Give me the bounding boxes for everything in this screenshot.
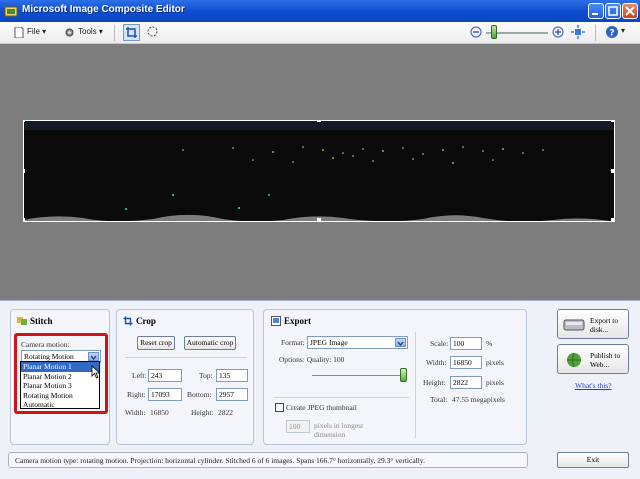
help-dropdown-arrow[interactable]: ▾ [621,26,625,35]
file-menu[interactable]: File ▾ [27,27,46,36]
format-select[interactable]: JPEG Image [307,336,408,349]
crop-divider [125,357,247,358]
top-field[interactable]: 135 [216,369,248,382]
left-field[interactable]: 243 [148,369,182,382]
total-value: 47.55 megapixels [452,395,505,404]
quality-slider-thumb[interactable] [400,368,407,382]
tools-menu-label: Tools [78,27,97,36]
highlight-annotation [14,333,108,414]
thumbnail-size-field[interactable]: 100 [286,420,310,433]
tools-menu[interactable]: Tools ▾ [78,27,103,36]
zoom-out-icon[interactable] [470,26,482,38]
width-label: Width: [426,358,447,367]
toolbar-divider-2 [595,25,596,41]
height-label: Height: [191,408,214,417]
preview-canvas[interactable] [0,44,640,300]
status-bar: Camera motion type: rotating motion. Pro… [8,452,528,468]
zoom-slider-thumb[interactable] [491,25,497,39]
right-label: Right: [127,390,146,399]
close-icon [625,6,635,16]
height-unit: pixels [486,378,504,387]
fit-to-window-icon[interactable] [571,25,585,39]
reset-crop-button[interactable]: Reset crop [137,336,175,350]
app-icon [4,6,18,17]
whats-this-link[interactable]: What's this? [575,381,612,390]
file-menu-label: File [27,27,40,36]
width-label: Width: [125,408,146,417]
quality-label: Options: Quality: 100 [279,355,345,364]
left-label: Left: [132,371,147,380]
scale-field[interactable]: 100 [450,337,482,350]
status-text: Camera motion type: rotating motion. Pro… [15,456,425,465]
minimize-icon [592,13,598,15]
export-width-field[interactable]: 16850 [450,356,482,369]
export-title: Export [284,316,311,326]
stitch-icon [17,317,27,325]
crop-title: Crop [136,316,156,326]
export-divider [274,397,409,398]
format-label: Format: [281,338,305,347]
crop-icon [126,27,137,38]
disk-icon [563,319,585,331]
automatic-crop-button[interactable]: Automatic crop [184,336,236,350]
thumbnail-checkbox[interactable] [275,403,284,412]
top-label: Top: [199,371,213,380]
window-title: Microsoft Image Composite Editor [22,4,185,15]
toolbar-divider [114,25,115,41]
gear-icon [65,28,74,37]
chevron-down-icon [397,341,404,347]
export-height-field[interactable]: 2822 [450,376,482,389]
export-vertical-divider [415,332,416,438]
export-to-disk-label: Export to disk... [590,316,619,334]
publish-web-icon [567,352,581,368]
rotate-icon [147,26,158,37]
scale-label: Scale: [430,339,449,348]
height-label: Height: [423,378,446,387]
width-value: 16850 [150,408,169,417]
thumbnail-label: Create JPEG thumbnail [286,403,357,412]
svg-text:?: ? [609,29,614,39]
right-field[interactable]: 17093 [148,388,182,401]
help-icon[interactable]: ? [605,25,619,39]
panorama-preview [23,120,615,222]
export-icon [271,316,281,326]
bottom-label: Bottom: [187,390,212,399]
height-value: 2822 [218,408,233,417]
exit-button[interactable]: Exit [557,452,629,468]
crop-panel: Crop Reset crop Automatic crop Left: 243… [116,309,254,445]
stitch-title: Stitch [30,316,53,326]
publish-to-web-button[interactable]: Publish to Web... [557,344,629,374]
width-unit: pixels [486,358,504,367]
bottom-field[interactable]: 2957 [216,388,248,401]
crop-tool-button[interactable] [123,24,140,41]
close-button[interactable] [622,3,638,19]
format-dropdown-button[interactable] [395,338,406,347]
toolbar: File ▾ Tools ▾ ? ▾ [0,22,640,44]
thumbnail-unit: pixels in longest dimension [314,421,364,439]
maximize-icon [608,6,618,16]
file-icon [14,27,24,38]
format-value: JPEG Image [310,338,348,347]
export-to-disk-button[interactable]: Export to disk... [557,309,629,339]
total-label: Total: [430,395,448,404]
title-bar: Microsoft Image Composite Editor [0,0,640,22]
crop-panel-icon [123,316,133,326]
zoom-in-icon[interactable] [552,26,564,38]
quality-slider[interactable] [312,375,404,376]
publish-to-web-label: Publish to Web... [590,351,621,369]
minimize-button[interactable] [588,3,604,19]
scale-unit: % [486,339,493,348]
rotate-tool-button[interactable] [145,24,162,41]
export-panel: Export Format: JPEG Image Options: Quali… [263,309,527,445]
maximize-button[interactable] [605,3,621,19]
